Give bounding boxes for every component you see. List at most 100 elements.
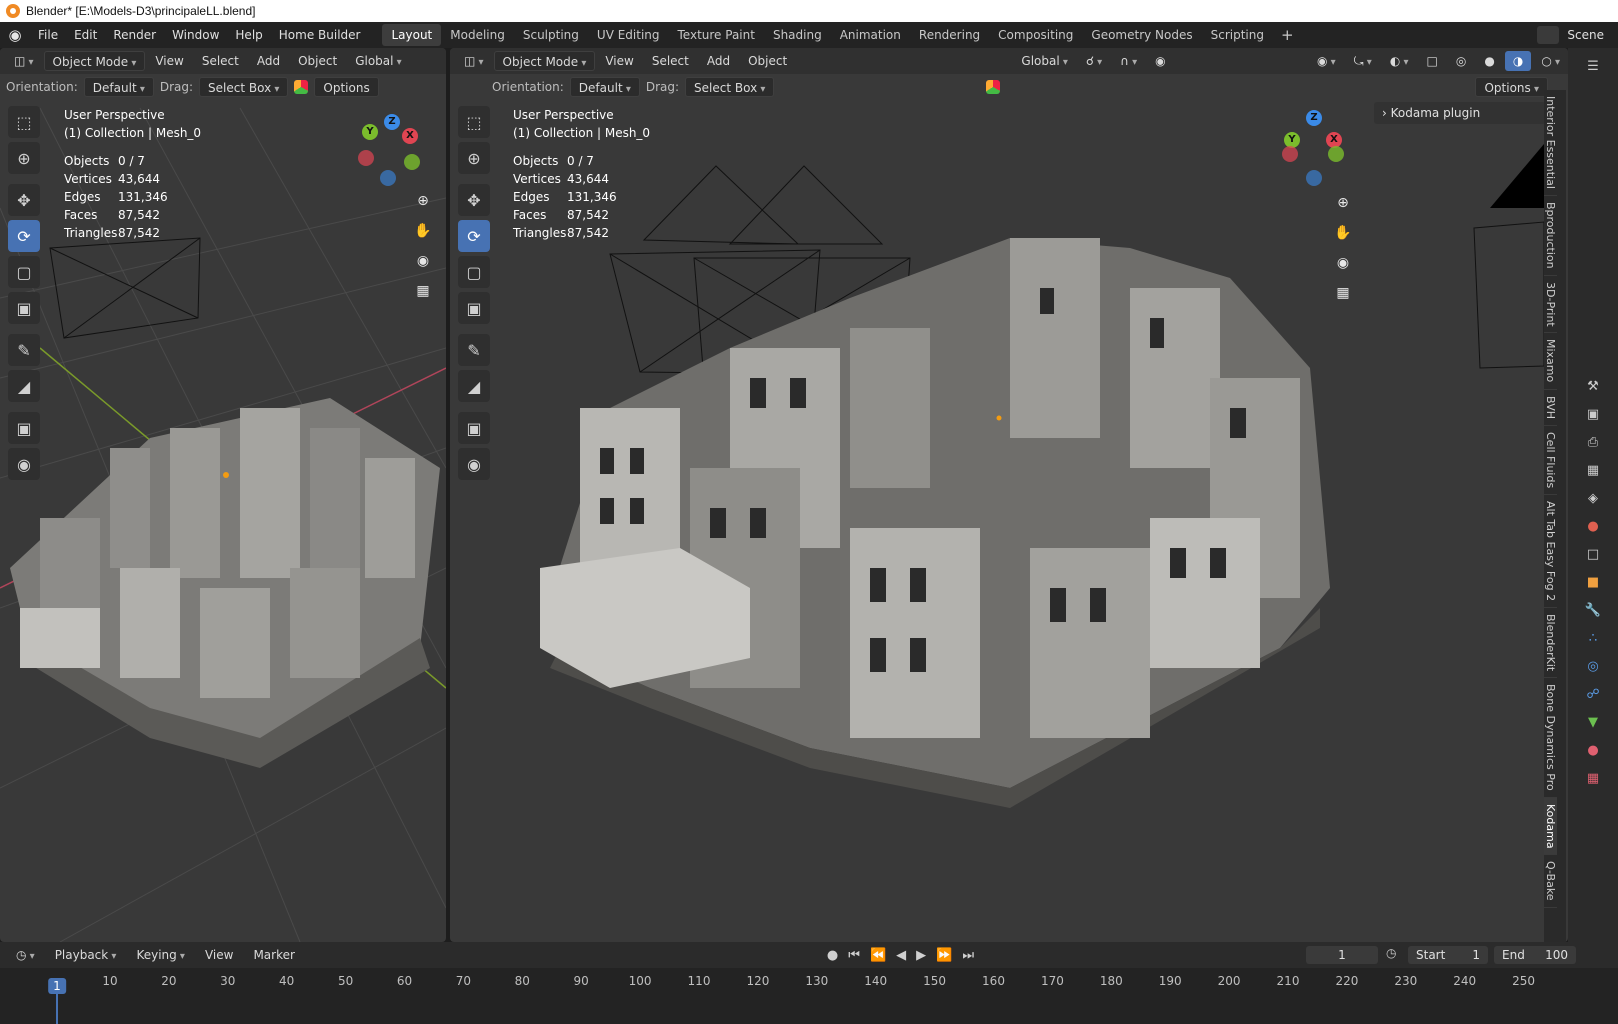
- orientation-dropdown[interactable]: Default: [569, 77, 640, 97]
- neg-z-axis-icon[interactable]: [380, 170, 396, 186]
- gizmo-toggle-icon[interactable]: ⤿: [1346, 51, 1380, 71]
- z-axis-icon[interactable]: Z: [384, 114, 400, 130]
- timeline-area[interactable]: 1 10 20 30 40 50 60 70 80 90 100 110 120 130 140 150 16…: [0, 968, 1618, 1024]
- scale-tool[interactable]: ▢: [8, 256, 40, 288]
- tab-compositing[interactable]: Compositing: [989, 24, 1082, 46]
- neg-y-axis-icon[interactable]: [1328, 146, 1344, 162]
- move-tool[interactable]: ✥: [8, 184, 40, 216]
- tab-uv-editing[interactable]: UV Editing: [588, 24, 669, 46]
- measure-tool[interactable]: ◢: [458, 370, 490, 402]
- xray-toggle-icon[interactable]: □: [1419, 51, 1446, 71]
- tab-scripting[interactable]: Scripting: [1202, 24, 1273, 46]
- menu-select[interactable]: Select: [644, 51, 697, 71]
- annotate-tool[interactable]: ✎: [458, 334, 490, 366]
- render-properties-icon[interactable]: ▣: [1583, 404, 1603, 424]
- menu-select[interactable]: Select: [194, 51, 247, 71]
- end-frame-field[interactable]: End 100: [1494, 946, 1576, 964]
- menu-view[interactable]: View: [597, 51, 641, 71]
- sidebar-tab[interactable]: Cell Fluids: [1544, 426, 1557, 495]
- menu-view[interactable]: View: [147, 51, 191, 71]
- particles-properties-icon[interactable]: ∴: [1583, 628, 1603, 648]
- tab-rendering[interactable]: Rendering: [910, 24, 989, 46]
- snap-icon[interactable]: ∩: [1112, 51, 1145, 71]
- pan-hand-icon[interactable]: ✋: [410, 218, 436, 244]
- sidebar-tab[interactable]: Bproduction: [1544, 196, 1557, 276]
- kodama-tool[interactable]: ◉: [458, 448, 490, 480]
- y-axis-icon[interactable]: Y: [362, 124, 378, 140]
- physics-properties-icon[interactable]: ◎: [1583, 656, 1603, 676]
- camera-icon[interactable]: ◉: [1330, 250, 1356, 276]
- menu-add[interactable]: Add: [699, 51, 738, 71]
- timeline-view-menu[interactable]: View: [197, 945, 241, 965]
- world-properties-icon[interactable]: ●: [1583, 516, 1603, 536]
- navigation-gizmo[interactable]: Z Y X: [358, 114, 428, 194]
- navigation-gizmo[interactable]: Z Y X: [1280, 110, 1350, 190]
- tab-layout[interactable]: Layout: [382, 24, 442, 46]
- color-cube-icon[interactable]: [986, 80, 1001, 94]
- menu-window[interactable]: Window: [164, 22, 227, 48]
- tab-animation[interactable]: Animation: [831, 24, 910, 46]
- play-reverse-icon[interactable]: ◀: [896, 948, 906, 963]
- outliner-icon[interactable]: ☰: [1583, 56, 1603, 76]
- record-icon[interactable]: ●: [827, 948, 838, 963]
- playhead-line[interactable]: [56, 990, 58, 1024]
- editor-type-button[interactable]: ◫: [6, 51, 42, 71]
- sidebar-tab[interactable]: Bone Dynamics Pro: [1544, 678, 1557, 798]
- transform-orientation[interactable]: Global: [1013, 51, 1075, 71]
- add-workspace-button[interactable]: +: [1273, 26, 1302, 44]
- sidebar-tab[interactable]: Alt Tab Easy Fog 2: [1544, 495, 1557, 608]
- scale-tool[interactable]: ▢: [458, 256, 490, 288]
- start-frame-field[interactable]: Start 1: [1408, 946, 1488, 964]
- transform-tool[interactable]: ▣: [458, 292, 490, 324]
- cursor-tool[interactable]: ⊕: [458, 142, 490, 174]
- drag-dropdown[interactable]: Select Box: [199, 77, 289, 97]
- tab-sculpting[interactable]: Sculpting: [514, 24, 588, 46]
- grid-view-icon[interactable]: ▦: [1330, 280, 1356, 306]
- wireframe-shading-icon[interactable]: ◎: [1448, 51, 1474, 71]
- neg-y-axis-icon[interactable]: [404, 154, 420, 170]
- options-button[interactable]: Options: [314, 77, 379, 97]
- annotate-tool[interactable]: ✎: [8, 334, 40, 366]
- cursor-tool[interactable]: ⊕: [8, 142, 40, 174]
- tab-shading[interactable]: Shading: [764, 24, 831, 46]
- playback-menu[interactable]: Playback: [47, 945, 125, 965]
- measure-tool[interactable]: ◢: [8, 370, 40, 402]
- transform-tool[interactable]: ▣: [8, 292, 40, 324]
- timeline-editor-icon[interactable]: ◷: [8, 945, 43, 965]
- solid-shading-icon[interactable]: ●: [1476, 51, 1502, 71]
- marker-menu[interactable]: Marker: [245, 945, 302, 965]
- grid-view-icon[interactable]: ▦: [410, 278, 436, 304]
- tab-modeling[interactable]: Modeling: [441, 24, 514, 46]
- zoom-icon[interactable]: ⊕: [410, 188, 436, 214]
- kodama-tool[interactable]: ◉: [8, 448, 40, 480]
- z-axis-icon[interactable]: Z: [1306, 110, 1322, 126]
- editor-type-button[interactable]: ◫: [456, 51, 492, 71]
- menu-help[interactable]: Help: [227, 22, 270, 48]
- color-cube-icon[interactable]: [294, 80, 309, 94]
- sidebar-tab[interactable]: 3D-Print: [1544, 276, 1557, 334]
- neg-z-axis-icon[interactable]: [1306, 170, 1322, 186]
- jump-end-icon[interactable]: ⏭: [962, 948, 974, 963]
- data-properties-icon[interactable]: ▼: [1583, 712, 1603, 732]
- modifier-properties-icon[interactable]: 🔧: [1583, 600, 1603, 620]
- viewport-right[interactable]: ◫ Object Mode View Select Add Object Glo…: [450, 48, 1568, 942]
- menu-object[interactable]: Object: [290, 51, 345, 71]
- orientation-dropdown[interactable]: Default: [83, 77, 154, 97]
- sidebar-tab[interactable]: Mixamo: [1544, 333, 1557, 390]
- sidebar-tab[interactable]: Interior Essential: [1544, 90, 1557, 196]
- menu-edit[interactable]: Edit: [66, 22, 105, 48]
- material-shading-icon[interactable]: ◑: [1504, 51, 1532, 71]
- sidebar-tab-active[interactable]: Kodama: [1544, 797, 1557, 856]
- menu-render[interactable]: Render: [105, 22, 164, 48]
- neg-x-axis-icon[interactable]: [358, 150, 374, 166]
- keying-menu[interactable]: Keying: [128, 945, 193, 965]
- camera-icon[interactable]: ◉: [410, 248, 436, 274]
- scene-properties-icon[interactable]: ◈: [1583, 488, 1603, 508]
- add-cube-tool[interactable]: ▣: [8, 412, 40, 444]
- menu-add[interactable]: Add: [249, 51, 288, 71]
- jump-start-icon[interactable]: ⏮: [848, 948, 860, 963]
- pan-hand-icon[interactable]: ✋: [1330, 220, 1356, 246]
- add-cube-tool[interactable]: ▣: [458, 412, 490, 444]
- material-properties-icon[interactable]: ●: [1583, 740, 1603, 760]
- output-properties-icon[interactable]: ⎙: [1583, 432, 1603, 452]
